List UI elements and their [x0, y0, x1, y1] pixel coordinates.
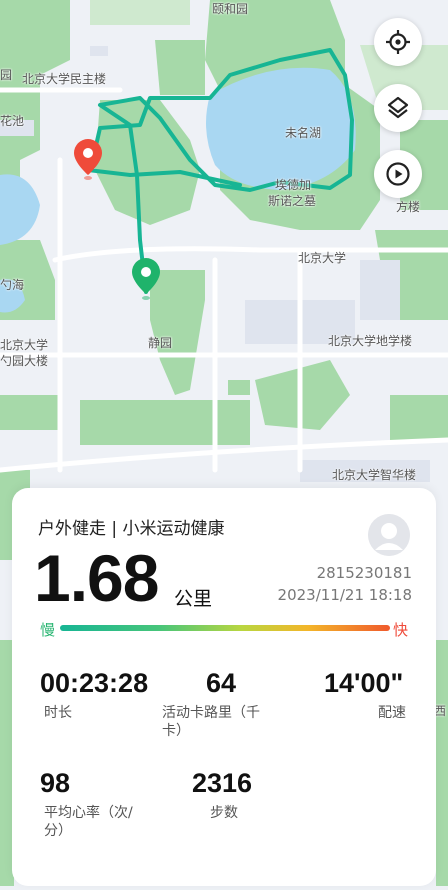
stat-pace-value: 14'00": [324, 668, 404, 698]
stat-pace-label: 配速: [378, 705, 406, 721]
pace-fast-label: 快: [393, 621, 409, 639]
stat-heart-rate-label: 平均心率（次/分）: [44, 805, 133, 839]
layers-icon: [387, 96, 409, 119]
user-avatar-icon: [368, 514, 410, 556]
pace-slow-label: 慢: [40, 621, 56, 639]
user-id: 2815230181: [316, 564, 412, 582]
map-label-shaoyuan: 勺海: [0, 278, 25, 292]
map-label-zhiyuan: 北京大学智华楼: [332, 468, 417, 482]
distance-value: 1.68: [34, 541, 159, 615]
locate-button[interactable]: [374, 18, 422, 66]
map-label-pku-left-1: 北京大学: [0, 338, 49, 352]
layers-button[interactable]: [374, 84, 422, 132]
map-label-top: 颐和园: [212, 2, 249, 16]
workout-title: 户外健走 | 小米运动健康: [38, 519, 225, 539]
pace-gradient-bar: [60, 625, 390, 631]
stat-heart-rate-value: 98: [40, 768, 71, 798]
stat-duration-value: 00:23:28: [40, 668, 149, 698]
map-label-geo-building: 北京大学地学楼: [328, 334, 413, 348]
map-label-pku: 北京大学: [298, 251, 347, 265]
avatar[interactable]: [368, 514, 410, 556]
map-label-huachi: 花池: [0, 114, 25, 128]
workout-summary-card: 户外健走 | 小米运动健康 1.68 公里 2815230181 2023/11…: [12, 488, 436, 886]
workout-datetime: 2023/11/21 18:18: [277, 586, 412, 604]
map-label-weiminghu: 未名湖: [285, 126, 322, 140]
play-track-button[interactable]: [374, 150, 422, 198]
stat-calories-value: 64: [206, 668, 237, 698]
stat-duration-label: 时长: [44, 705, 72, 721]
locate-icon: [386, 30, 410, 54]
map-label-yuan: 园: [0, 68, 13, 82]
stat-steps-value: 2316: [192, 768, 253, 798]
stat-steps-label: 步数: [210, 805, 238, 821]
map-label-tomb-1: 埃德加: [275, 178, 312, 192]
distance-unit: 公里: [174, 588, 213, 610]
map-label-jingyuan: 静园: [148, 336, 173, 350]
play-icon: [386, 162, 410, 186]
map-label-minzhulou: 北京大学民主楼: [22, 72, 107, 86]
map-label-tomb-2: 斯诺之墓: [268, 194, 317, 208]
map-label-fangta: 方楼: [396, 200, 421, 214]
stat-calories-label: 活动卡路里（千卡）: [162, 705, 260, 739]
map-label-pku-left-2: 勺园大楼: [0, 354, 49, 368]
